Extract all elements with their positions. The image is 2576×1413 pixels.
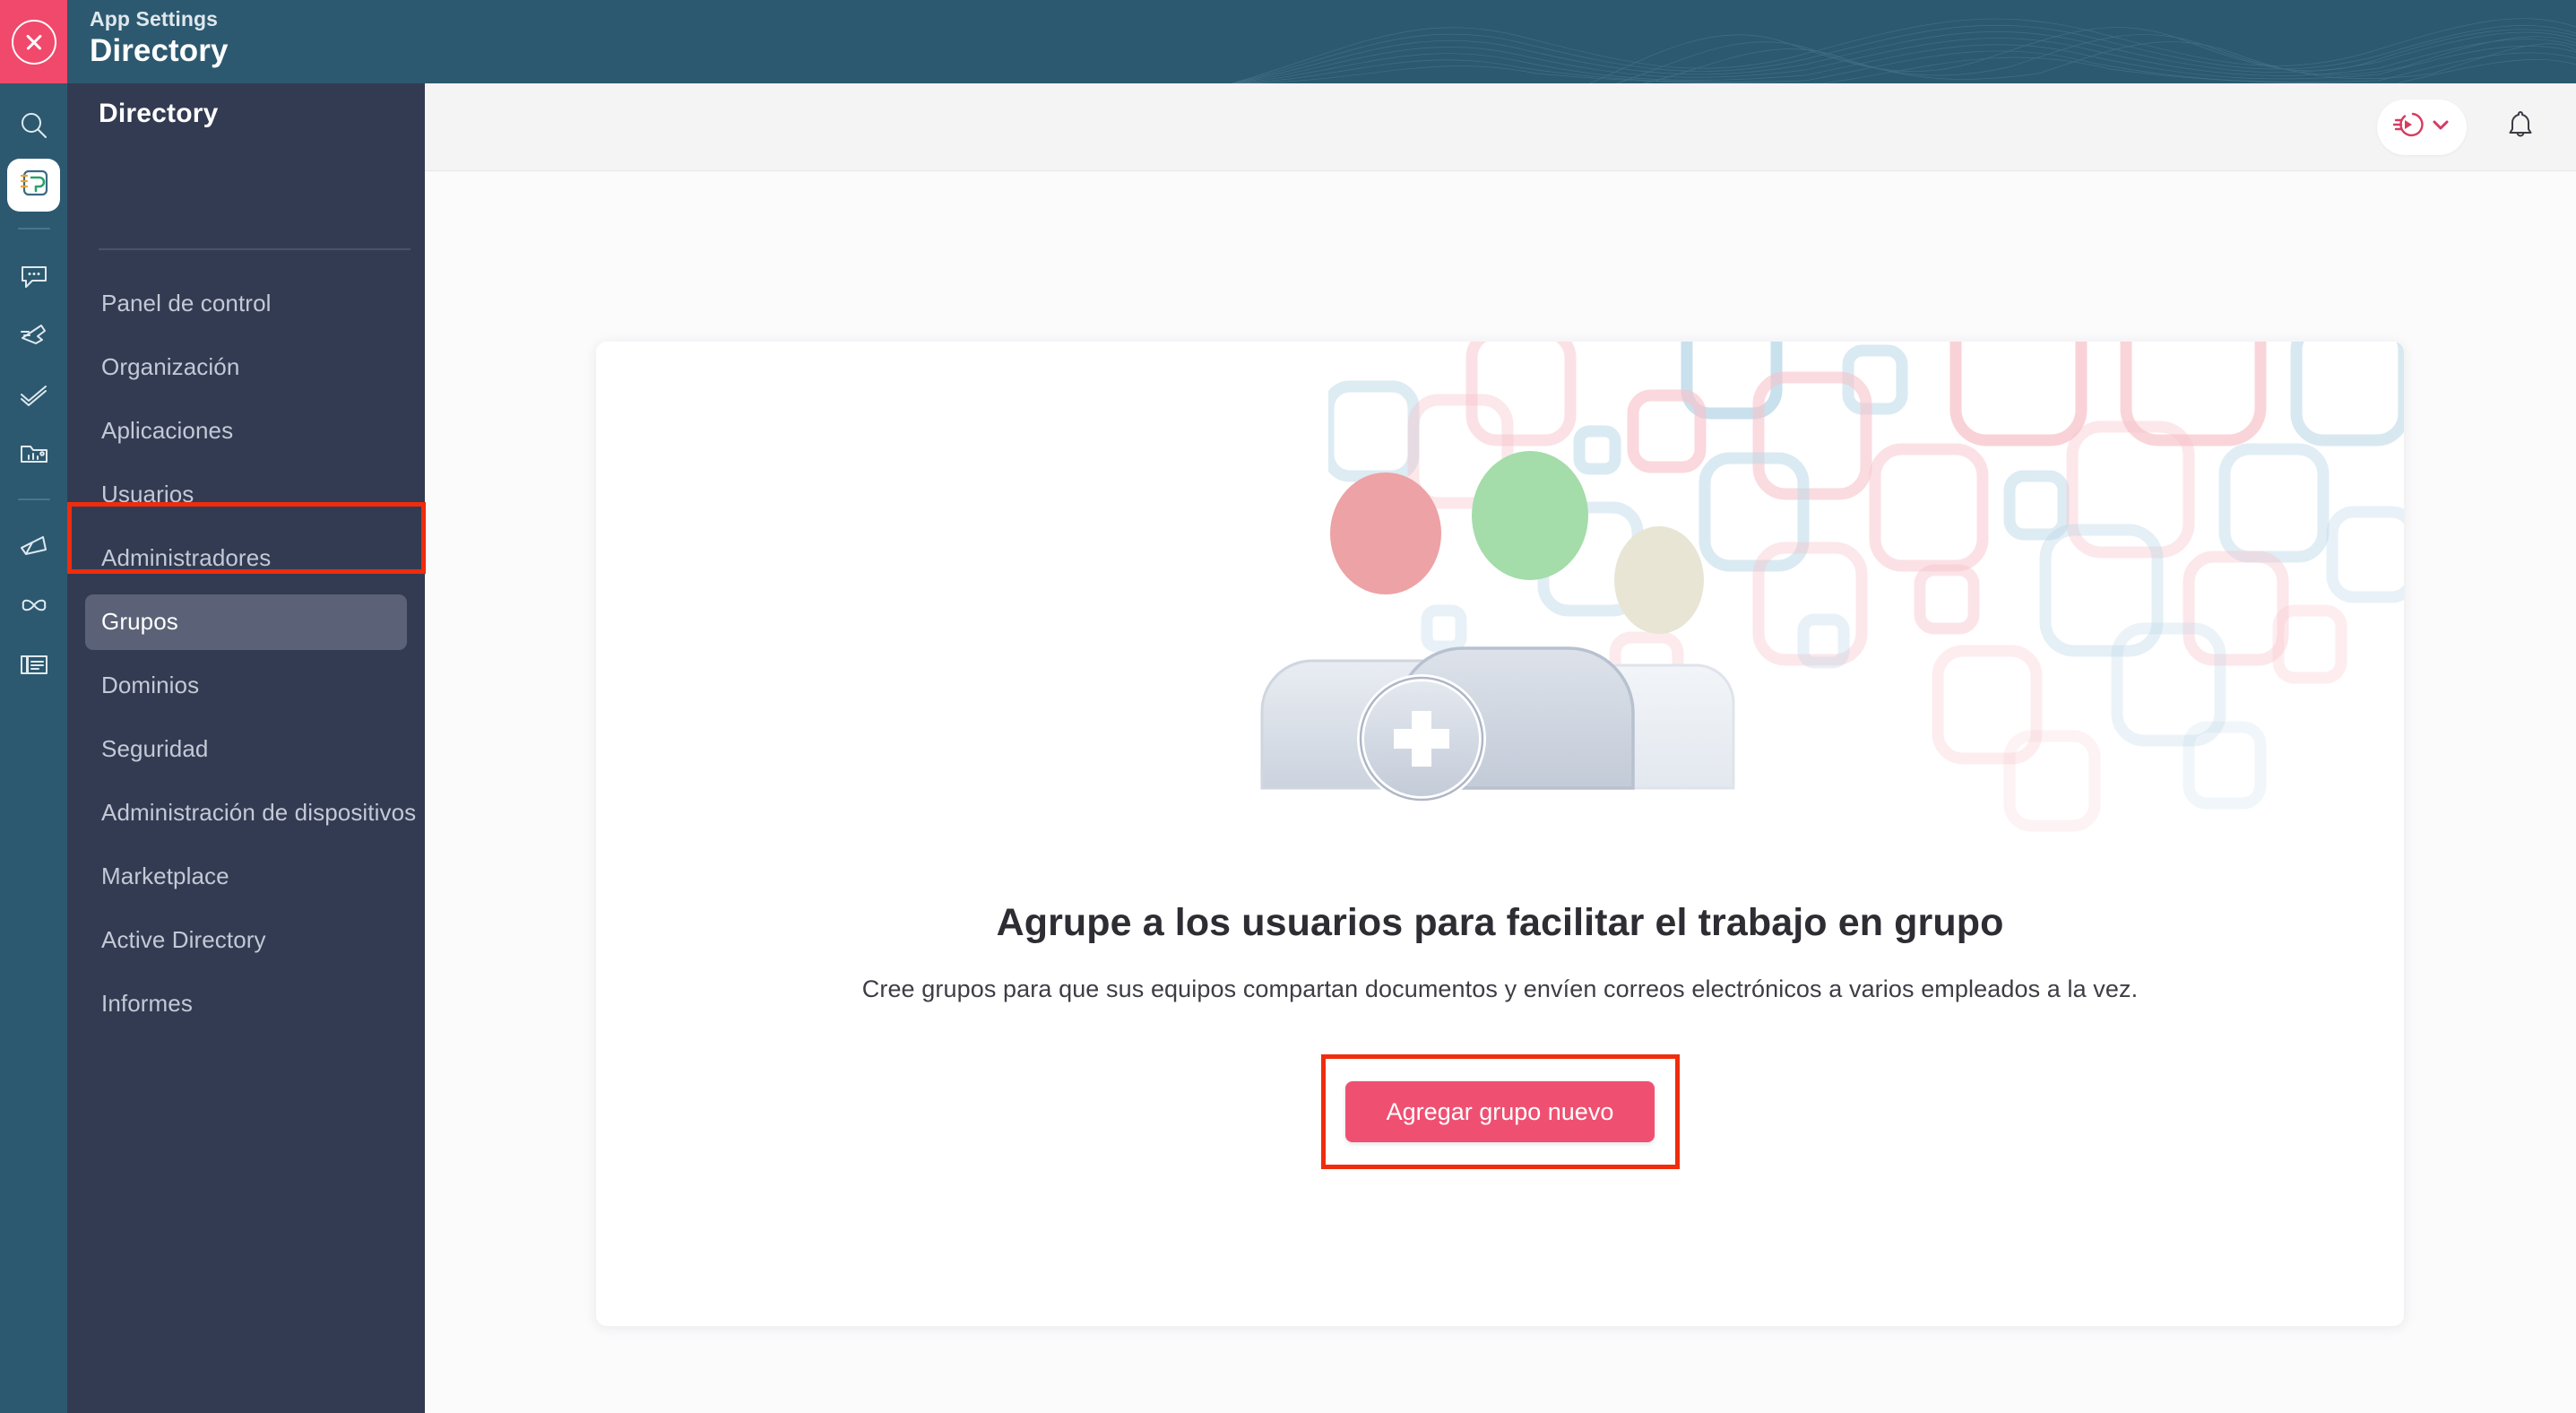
directory-sidebar: Directory Panel de control Organización … (67, 83, 425, 1413)
sidebar-item-dominios[interactable]: Dominios (67, 654, 425, 717)
integrations-icon (18, 589, 50, 621)
group-of-users-add-illustration (1260, 451, 1734, 803)
sidebar-item-label: Active Directory (101, 926, 266, 953)
rail-divider-1 (17, 228, 50, 230)
sidebar-title: Directory (99, 99, 219, 128)
topbar-title-group: App Settings Directory (90, 7, 229, 69)
sidebar-item-active-directory[interactable]: Active Directory (67, 908, 425, 972)
cta-container: Agregar grupo nuevo (596, 1054, 2404, 1169)
rail-item-search[interactable] (0, 96, 67, 155)
sidebar-item-administracion-de-dispositivos[interactable]: Administración de dispositivos (67, 781, 425, 845)
rail-item-chat[interactable] (0, 246, 67, 305)
sidebar-item-label: Marketplace (101, 863, 229, 889)
sidebar-item-label: Usuarios (101, 481, 194, 507)
main-content: Agrupe a los usuarios para facilitar el … (425, 83, 2576, 1413)
chat-icon (18, 259, 50, 291)
sidebar-item-label: Administradores (101, 544, 272, 571)
sidebar-item-label: Administración de dispositivos (101, 799, 417, 826)
sidebar-item-informes[interactable]: Informes (67, 972, 425, 1036)
app-topbar: App Settings Directory (0, 0, 2576, 83)
sidebar-item-panel-de-control[interactable]: Panel de control (67, 272, 425, 335)
app-settings-eyebrow: App Settings (90, 7, 219, 30)
documents-icon (18, 648, 50, 680)
sidebar-divider (99, 248, 411, 250)
sidebar-item-administradores[interactable]: Administradores (67, 526, 425, 590)
rail-item-integrations[interactable] (0, 576, 67, 635)
topbar-wave-decoration (1232, 18, 2576, 83)
close-circle-icon (11, 19, 56, 65)
sidebar-item-marketplace[interactable]: Marketplace (67, 845, 425, 908)
app-switcher-button[interactable] (2377, 99, 2467, 155)
sidebar-item-label: Aplicaciones (101, 417, 234, 444)
sidebar-item-usuarios[interactable]: Usuarios (67, 463, 425, 526)
app-root: App Settings Directory Directory Panel d… (0, 0, 2576, 1413)
chevron-down-icon (2431, 115, 2451, 139)
sidebar-item-label: Seguridad (101, 735, 209, 762)
empty-state-subheading: Cree grupos para que sus equipos compart… (861, 975, 2139, 1002)
app-title: Directory (90, 33, 229, 68)
search-icon (18, 109, 50, 142)
connect-icon (18, 318, 50, 351)
avatar-head-beige (1613, 526, 1704, 634)
rail-item-analytics[interactable] (0, 423, 67, 482)
tasks-icon (18, 377, 50, 410)
cta-annotated-box: Agregar grupo nuevo (1320, 1054, 1680, 1169)
directory-app-icon (17, 166, 51, 204)
rail-item-directory[interactable] (7, 159, 60, 212)
analytics-icon (18, 437, 50, 469)
sidebar-item-label: Organización (101, 353, 240, 380)
bell-icon (2503, 108, 2537, 146)
header-actions (2377, 83, 2544, 170)
rail-item-tasks[interactable] (0, 364, 67, 423)
rail-item-documents[interactable] (0, 635, 67, 694)
avatar-head-green (1471, 451, 1588, 580)
sidebar-item-seguridad[interactable]: Seguridad (67, 717, 425, 781)
sidebar-nav-list: Panel de control Organización Aplicacion… (67, 272, 425, 1036)
campaign-icon (18, 530, 50, 562)
app-switcher-icon (2392, 109, 2424, 144)
sidebar-item-label: Informes (101, 990, 193, 1017)
rail-item-connect[interactable] (0, 305, 67, 364)
rail-divider-2 (17, 498, 50, 500)
content-header (425, 83, 2576, 171)
sidebar-item-grupos[interactable]: Grupos (67, 590, 425, 654)
notifications-button[interactable] (2497, 104, 2544, 151)
avatar-head-pink (1329, 472, 1441, 594)
groups-empty-state-card: Agrupe a los usuarios para facilitar el … (596, 342, 2404, 1326)
rail-item-campaigns[interactable] (0, 516, 67, 576)
close-app-button[interactable] (0, 0, 67, 83)
global-icon-rail (0, 83, 67, 1413)
sidebar-item-label: Panel de control (101, 290, 272, 316)
sidebar-item-label: Dominios (101, 672, 200, 698)
sidebar-item-aplicaciones[interactable]: Aplicaciones (67, 399, 425, 463)
sidebar-item-label: Grupos (101, 608, 178, 635)
sidebar-item-organizacion[interactable]: Organización (67, 335, 425, 399)
empty-state-heading: Agrupe a los usuarios para facilitar el … (996, 900, 2004, 944)
add-new-group-button[interactable]: Agregar grupo nuevo (1345, 1081, 1655, 1142)
